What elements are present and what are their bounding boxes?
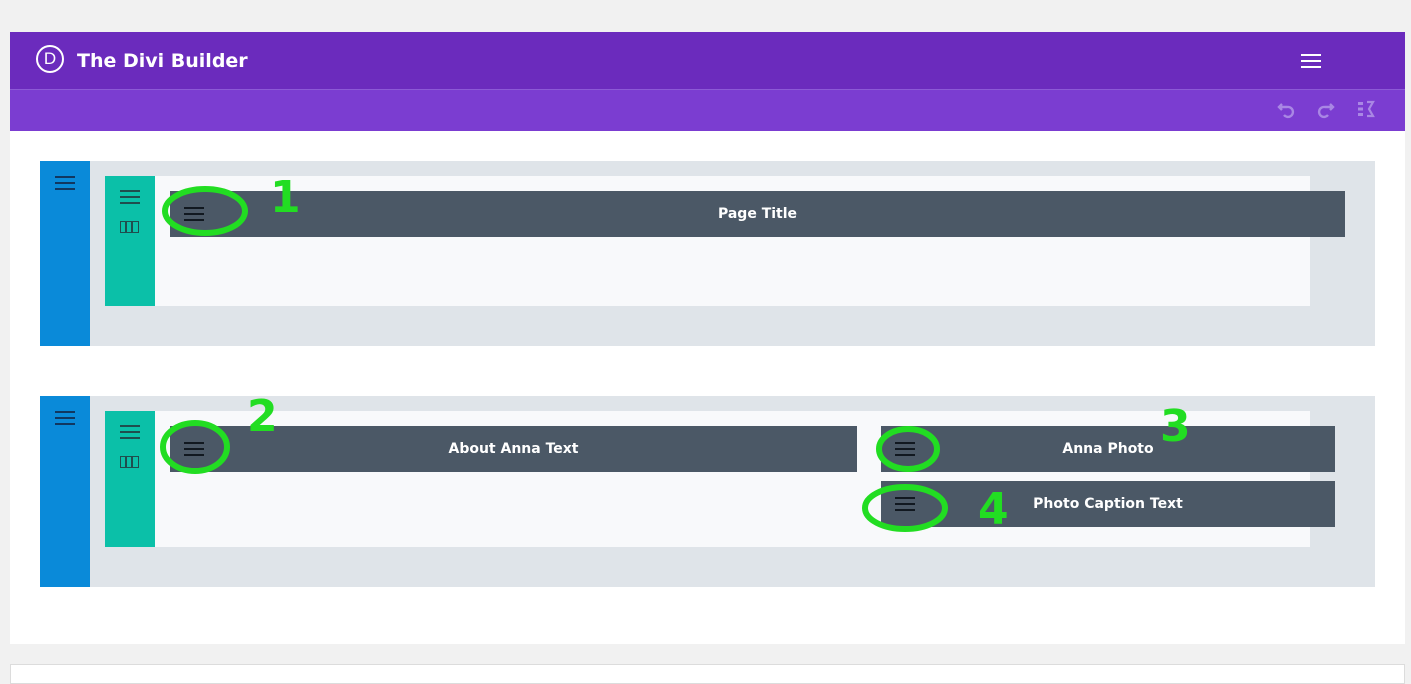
section-menu-icon[interactable] <box>55 411 75 425</box>
hamburger-icon[interactable] <box>1301 54 1321 68</box>
module-page-title[interactable]: Page Title <box>170 191 1345 237</box>
row-menu-icon[interactable] <box>120 425 140 439</box>
module-anna-photo[interactable]: Anna Photo <box>881 426 1335 472</box>
builder-toolbar <box>10 90 1405 131</box>
module-photo-caption-text[interactable]: Photo Caption Text <box>881 481 1335 527</box>
annotation-number-4: 4 <box>978 484 1009 535</box>
row-handle[interactable] <box>105 411 155 547</box>
module-label: Anna Photo <box>1062 441 1154 457</box>
annotation-number-1: 1 <box>270 172 301 223</box>
section-handle[interactable] <box>40 161 90 346</box>
annotation-number-2: 2 <box>247 391 278 442</box>
next-panel-edge <box>10 664 1405 684</box>
annotation-number-3: 3 <box>1160 401 1191 452</box>
row-menu-icon[interactable] <box>120 190 140 204</box>
row-handle[interactable] <box>105 176 155 306</box>
app-title: The Divi Builder <box>77 50 248 72</box>
undo-icon[interactable] <box>1276 99 1296 119</box>
builder-header: D The Divi Builder <box>10 32 1405 90</box>
redo-icon[interactable] <box>1316 99 1336 119</box>
history-icon[interactable] <box>1356 99 1376 119</box>
section-menu-icon[interactable] <box>55 176 75 190</box>
columns-icon[interactable] <box>120 456 139 468</box>
columns-icon[interactable] <box>120 221 139 233</box>
section-1: Page Title <box>40 161 1375 346</box>
row-2: About Anna Text Anna Photo Photo Caption… <box>105 411 1335 547</box>
divi-builder-panel: D The Divi Builder Page Title About Anna… <box>10 32 1405 644</box>
module-label: About Anna Text <box>448 441 579 457</box>
divi-logo: D <box>36 45 64 73</box>
section-handle[interactable] <box>40 396 90 587</box>
module-label: Photo Caption Text <box>1033 496 1183 512</box>
module-label: Page Title <box>717 206 798 222</box>
